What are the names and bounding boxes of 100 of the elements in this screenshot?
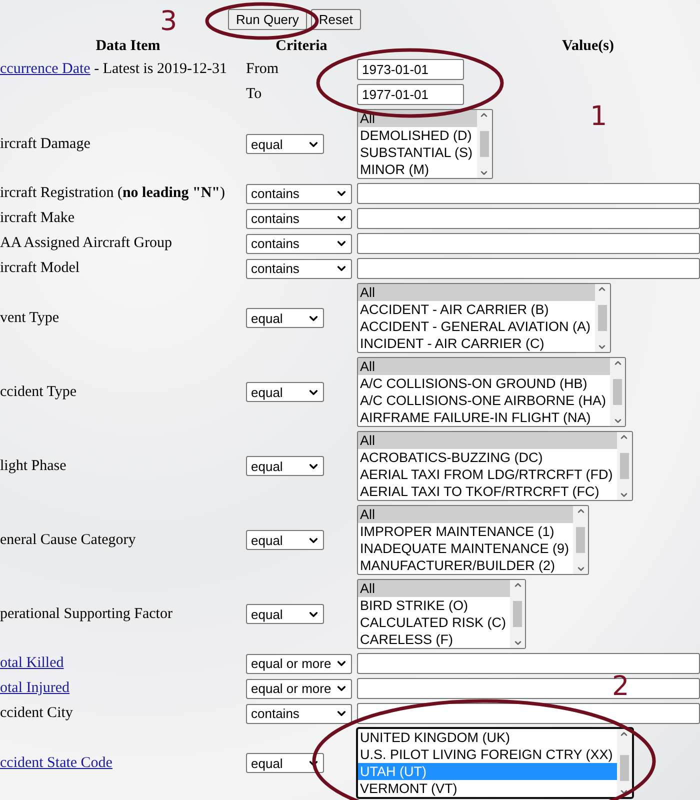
list-option[interactable]: IMPROPER MAINTENANCE (1) bbox=[358, 523, 574, 540]
scroll-up-icon[interactable] bbox=[479, 110, 490, 120]
list-option[interactable]: All bbox=[358, 358, 610, 375]
list-option[interactable]: AERIAL TAXI TO TKOF/RTRCRFT (FC) bbox=[358, 483, 617, 500]
value-field[interactable] bbox=[357, 183, 700, 204]
list-option[interactable]: All bbox=[358, 432, 617, 449]
scrollbar[interactable] bbox=[616, 729, 632, 797]
value-listbox[interactable]: All BIRD STRIKE (O) CALCULATED RISK (C) CARELESS (F) bbox=[357, 579, 526, 649]
criteria-dropdown[interactable]: contains bbox=[246, 184, 352, 204]
scroll-up-icon[interactable] bbox=[619, 432, 630, 442]
value-field[interactable] bbox=[357, 233, 700, 254]
value-listbox[interactable]: All IMPROPER MAINTENANCE (1) INADEQUATE MAINTENANCE (9) MANUFACTURER/BUILDER (2) bbox=[357, 505, 590, 575]
field-link[interactable]: otal Injured bbox=[0, 680, 70, 696]
value-listbox[interactable]: UNITED KINGDOM (UK) U.S. PILOT LIVING FOREIGN CTRY (XX) UTAH (UT) VERMONT (VT) bbox=[357, 728, 633, 798]
annotation-number: 3 bbox=[160, 7, 178, 37]
value-listbox[interactable]: All ACCIDENT - AIR CARRIER (B) ACCIDENT - GENERAL AVIATION (A) INCIDENT - AIR CARRIER (C) bbox=[357, 283, 611, 353]
value-field[interactable] bbox=[357, 208, 700, 229]
scroll-down-icon[interactable] bbox=[479, 168, 490, 178]
column-header: Criteria bbox=[276, 38, 328, 54]
list-option[interactable]: UNITED KINGDOM (UK) bbox=[358, 729, 617, 746]
run-query-button[interactable]: Run Query bbox=[228, 9, 307, 30]
list-option[interactable]: VERMONT (VT) bbox=[358, 780, 617, 797]
scroll-thumb[interactable] bbox=[598, 305, 607, 331]
field-label: ircraft Make bbox=[0, 210, 75, 226]
list-option[interactable]: DEMOLISHED (D) bbox=[358, 127, 477, 144]
scrollbar[interactable] bbox=[476, 110, 492, 178]
criteria-dropdown[interactable]: contains bbox=[246, 704, 352, 724]
criteria-dropdown[interactable]: equal or more bbox=[246, 678, 352, 698]
criteria-dropdown[interactable]: equal bbox=[246, 604, 324, 624]
list-option[interactable]: A/C COLLISIONS-ONE AIRBORNE (HA) bbox=[358, 392, 610, 409]
field-label: AA Assigned Aircraft Group bbox=[0, 235, 172, 251]
field-label: light Phase bbox=[0, 458, 66, 474]
scroll-up-icon[interactable] bbox=[576, 506, 586, 516]
date-field[interactable]: 1977-01-01 bbox=[357, 84, 464, 105]
list-option[interactable]: AIRFRAME FAILURE-IN FLIGHT (NA) bbox=[358, 409, 610, 426]
list-option[interactable]: ACROBATICS-BUZZING (DC) bbox=[358, 449, 617, 466]
criteria-dropdown[interactable]: equal bbox=[246, 308, 324, 328]
list-option[interactable]: MANUFACTURER/BUILDER (2) bbox=[358, 557, 574, 574]
list-option[interactable]: All bbox=[358, 284, 595, 301]
list-option[interactable]: INCIDENT - AIR CARRIER (C) bbox=[358, 335, 595, 352]
scrollbar[interactable] bbox=[616, 432, 632, 500]
criteria-dropdown[interactable]: contains bbox=[246, 258, 352, 278]
criteria-dropdown[interactable]: equal bbox=[246, 456, 324, 476]
list-option[interactable]: ACCIDENT - AIR CARRIER (B) bbox=[358, 301, 595, 318]
scrollbar[interactable] bbox=[610, 358, 626, 426]
criteria-dropdown[interactable]: contains bbox=[246, 234, 352, 254]
criteria-dropdown[interactable]: equal bbox=[246, 530, 324, 550]
field-label: ccident City bbox=[0, 705, 73, 721]
scroll-thumb[interactable] bbox=[620, 755, 629, 781]
scroll-thumb[interactable] bbox=[480, 131, 489, 157]
reset-button[interactable]: Reset bbox=[310, 9, 361, 30]
field-label: ircraft Damage bbox=[0, 136, 90, 152]
scroll-down-icon[interactable] bbox=[576, 564, 586, 574]
list-option[interactable]: SUBSTANTIAL (S) bbox=[358, 144, 477, 161]
scrollbar[interactable] bbox=[510, 580, 526, 648]
scroll-down-icon[interactable] bbox=[597, 342, 608, 352]
value-listbox[interactable]: All ACROBATICS-BUZZING (DC) AERIAL TAXI FROM LDG/RTRCRFT (FD) AERIAL TAXI TO TKOF/RTRCRFT (FC) bbox=[357, 431, 633, 501]
scrollbar[interactable] bbox=[573, 506, 588, 574]
scroll-down-icon[interactable] bbox=[619, 490, 630, 500]
value-field[interactable] bbox=[357, 703, 700, 724]
field-link[interactable]: ccident State Code bbox=[0, 754, 112, 770]
list-option[interactable]: CALCULATED RISK (C) bbox=[358, 614, 510, 631]
criteria-dropdown[interactable]: equal bbox=[246, 134, 324, 154]
field-label: ccurrence Date - Latest is 2019-12-31 bbox=[0, 61, 227, 77]
scroll-up-icon[interactable] bbox=[612, 358, 623, 368]
scrollbar[interactable] bbox=[594, 284, 610, 352]
scroll-down-icon[interactable] bbox=[512, 638, 523, 648]
criteria-dropdown[interactable]: contains bbox=[246, 208, 352, 228]
criteria-dropdown[interactable]: equal bbox=[246, 753, 324, 773]
list-option[interactable]: AERIAL TAXI FROM LDG/RTRCRFT (FD) bbox=[358, 466, 617, 483]
list-option[interactable]: All bbox=[358, 580, 510, 597]
list-option[interactable]: A/C COLLISIONS-ON GROUND (HB) bbox=[358, 375, 610, 392]
list-option[interactable]: INADEQUATE MAINTENANCE (9) bbox=[358, 540, 574, 557]
annotation-number: 1 bbox=[590, 102, 608, 132]
scroll-down-icon[interactable] bbox=[612, 416, 623, 426]
list-option[interactable]: BIRD STRIKE (O) bbox=[358, 597, 510, 614]
value-field[interactable] bbox=[357, 653, 700, 674]
list-option[interactable]: MINOR (M) bbox=[358, 161, 477, 178]
date-field[interactable]: 1973-01-01 bbox=[357, 59, 464, 80]
value-field[interactable] bbox=[357, 258, 700, 279]
field-link[interactable]: ccurrence Date bbox=[0, 61, 90, 77]
list-option[interactable]: CARELESS (F) bbox=[358, 631, 510, 648]
scroll-up-icon[interactable] bbox=[512, 580, 523, 590]
list-option[interactable]: U.S. PILOT LIVING FOREIGN CTRY (XX) bbox=[358, 746, 617, 763]
list-option[interactable]: All bbox=[358, 506, 574, 523]
field-label: ircraft Registration (no leading "N") bbox=[0, 185, 225, 201]
scroll-thumb[interactable] bbox=[513, 601, 522, 627]
field-label: ccident Type bbox=[0, 384, 77, 400]
value-listbox[interactable]: All A/C COLLISIONS-ON GROUND (HB) A/C COLLISIONS-ONE AIRBORNE (HA) AIRFRAME FAILURE-IN FLIGHT (NA) bbox=[357, 357, 626, 427]
column-header: Data Item bbox=[96, 38, 160, 54]
field-label: perational Supporting Factor bbox=[0, 606, 172, 622]
list-option[interactable]: ACCIDENT - GENERAL AVIATION (A) bbox=[358, 318, 595, 335]
scroll-thumb[interactable] bbox=[576, 527, 586, 553]
scroll-up-icon[interactable] bbox=[597, 284, 608, 294]
scroll-up-icon[interactable] bbox=[619, 729, 630, 739]
criteria-dropdown[interactable]: equal or more bbox=[246, 654, 352, 674]
scroll-thumb[interactable] bbox=[613, 379, 622, 405]
field-link[interactable]: otal Killed bbox=[0, 655, 64, 671]
scroll-thumb[interactable] bbox=[620, 453, 629, 479]
criteria-dropdown[interactable]: equal bbox=[246, 382, 324, 402]
